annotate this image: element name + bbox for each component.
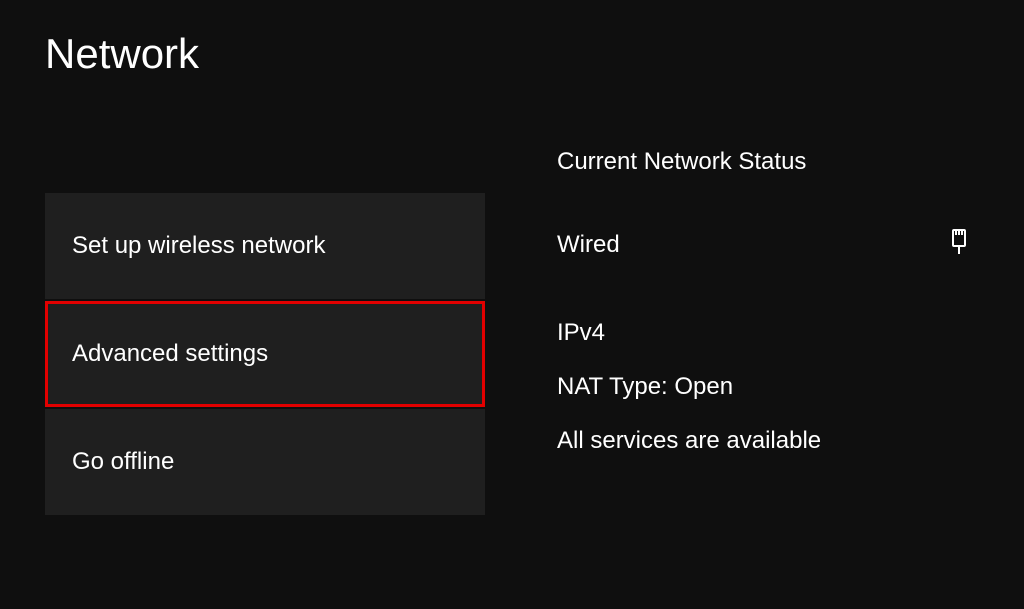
- menu-item-label: Set up wireless network: [72, 232, 325, 259]
- go-offline-button[interactable]: Go offline: [45, 409, 485, 515]
- advanced-settings-button[interactable]: Advanced settings: [45, 301, 485, 407]
- menu-panel: Set up wireless network Advanced setting…: [45, 193, 485, 515]
- menu-item-label: Go offline: [72, 448, 174, 475]
- connection-type-label: Wired: [557, 231, 620, 259]
- content-area: Set up wireless network Advanced setting…: [45, 148, 979, 515]
- ip-version-label: IPv4: [557, 319, 979, 347]
- status-panel: Current Network Status Wired IPv4 NAT Ty…: [557, 148, 979, 515]
- nat-type-label: NAT Type: Open: [557, 373, 979, 401]
- page-title: Network: [45, 30, 979, 78]
- menu-item-label: Advanced settings: [72, 340, 268, 367]
- services-status-label: All services are available: [557, 427, 979, 455]
- connection-row: Wired: [557, 228, 979, 261]
- setup-wireless-button[interactable]: Set up wireless network: [45, 193, 485, 299]
- status-heading: Current Network Status: [557, 148, 979, 176]
- ethernet-icon: [949, 228, 969, 261]
